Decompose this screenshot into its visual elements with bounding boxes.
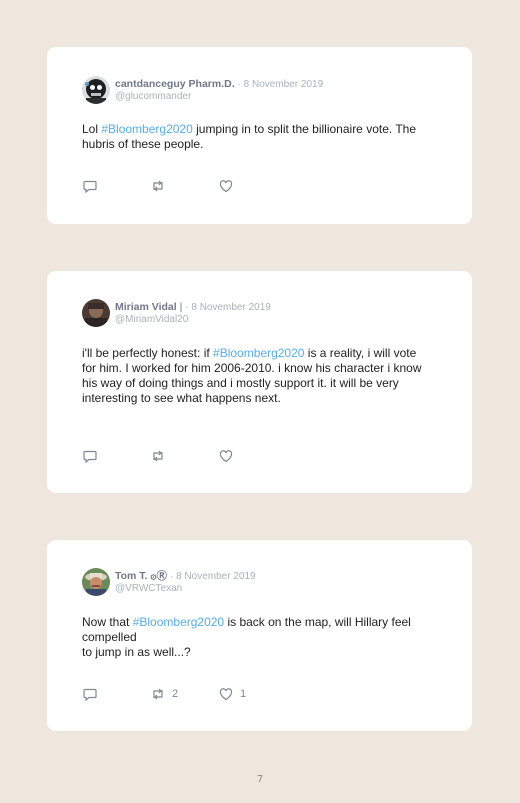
tweet-date[interactable]: · 8 November 2019: [170, 571, 256, 582]
tweet-text: Now that #Bloomberg2020 is back on the m…: [82, 615, 411, 659]
reply-icon: [82, 448, 98, 464]
name-suffix: |: [176, 300, 183, 313]
tweet-card: Miriam Vidal | · 8 November 2019 @Miriam…: [47, 271, 472, 493]
tweet-text: Lol #Bloomberg2020 jumping in to split t…: [82, 122, 417, 151]
tweet-actions: [82, 178, 286, 194]
retweet-button[interactable]: [150, 448, 218, 464]
tweet-text: i'll be perfectly honest: if #Bloomberg2…: [82, 346, 422, 405]
tweet-meta: Miriam Vidal | · 8 November 2019 @Miriam…: [115, 301, 271, 326]
reply-button[interactable]: [82, 448, 150, 464]
heart-icon: [218, 448, 234, 464]
hashtag-link[interactable]: #Bloomberg2020: [213, 346, 304, 360]
tweet-date[interactable]: · 8 November 2019: [238, 79, 324, 90]
hashtag-link[interactable]: #Bloomberg2020: [133, 615, 224, 629]
tweet-actions: [82, 448, 286, 464]
tweet-actions: 2 1: [82, 686, 286, 702]
retweet-icon: [150, 448, 166, 464]
hashtag-link[interactable]: #Bloomberg2020: [101, 122, 192, 136]
avatar[interactable]: [82, 299, 110, 327]
like-button[interactable]: 1: [218, 686, 286, 702]
reply-button[interactable]: [82, 178, 150, 194]
heart-icon: [218, 686, 234, 702]
retweet-count: 2: [172, 688, 179, 700]
reply-icon: [82, 686, 98, 702]
display-name[interactable]: Tom T. ۞Ⓡ: [115, 570, 167, 582]
retweet-button[interactable]: [150, 178, 218, 194]
avatar[interactable]: [82, 568, 110, 596]
retweet-icon: [150, 178, 166, 194]
display-name[interactable]: Miriam Vidal: [115, 301, 177, 313]
reply-icon: [82, 178, 98, 194]
heart-icon: [218, 178, 234, 194]
like-count: 1: [240, 688, 247, 700]
tweet-header: Tom T. ۞Ⓡ · 8 November 2019 @VRWCTexan: [82, 567, 256, 597]
display-name[interactable]: cantdanceguy Pharm.D.: [115, 78, 235, 90]
user-handle[interactable]: @MiriamVidal20: [115, 314, 271, 326]
retweet-icon: [150, 686, 166, 702]
tweet-date[interactable]: · 8 November 2019: [185, 302, 271, 313]
tweet-meta: cantdanceguy Pharm.D. · 8 November 2019 …: [115, 78, 323, 103]
user-handle[interactable]: @VRWCTexan: [115, 583, 256, 595]
tweet-meta: Tom T. ۞Ⓡ · 8 November 2019 @VRWCTexan: [115, 570, 256, 595]
tweet-header: cantdanceguy Pharm.D. · 8 November 2019 …: [82, 75, 323, 105]
like-button[interactable]: [218, 448, 286, 464]
like-button[interactable]: [218, 178, 286, 194]
retweet-button[interactable]: 2: [150, 686, 218, 702]
tweet-card: Tom T. ۞Ⓡ · 8 November 2019 @VRWCTexan N…: [47, 540, 472, 731]
page-number: 7: [256, 774, 264, 785]
tweet-header: Miriam Vidal | · 8 November 2019 @Miriam…: [82, 298, 271, 328]
reply-button[interactable]: [82, 686, 150, 702]
tweet-card: cantdanceguy Pharm.D. · 8 November 2019 …: [47, 47, 472, 224]
user-handle[interactable]: @glucommander: [115, 91, 323, 103]
avatar[interactable]: [82, 76, 110, 104]
